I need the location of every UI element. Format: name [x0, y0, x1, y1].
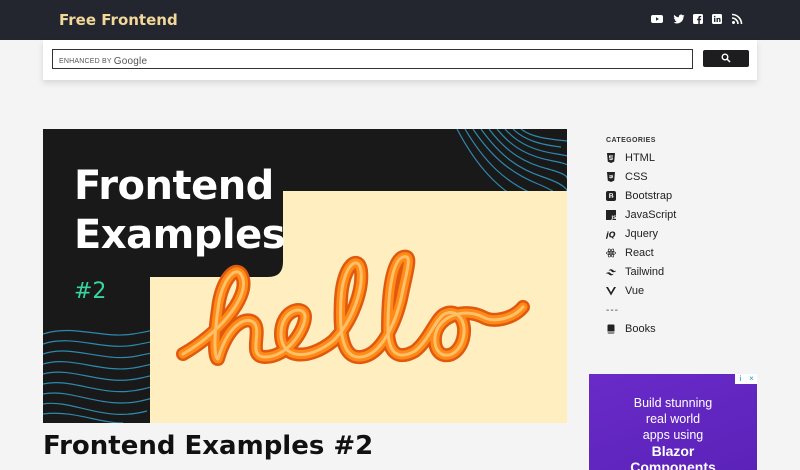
svg-text:JS: JS: [611, 215, 617, 220]
facebook-icon[interactable]: [692, 13, 704, 25]
search-input[interactable]: ENHANCED BY Google: [52, 49, 693, 69]
jquery-icon: jQ: [606, 229, 616, 240]
ad-text: Build stunning real world apps using Bla…: [589, 395, 757, 470]
sidebar-item-html[interactable]: HTML: [606, 151, 655, 165]
linkedin-icon[interactable]: [711, 13, 723, 25]
sidebar-item-label: HTML: [625, 152, 655, 164]
css3-icon: [606, 172, 616, 182]
ad-info-icon[interactable]: i: [735, 374, 746, 384]
sidebar-item-jquery[interactable]: jQ Jquery: [606, 227, 658, 241]
hero-title: Frontend Examples: [74, 162, 286, 260]
site-logo-link[interactable]: Free Frontend: [59, 11, 178, 29]
youtube-icon[interactable]: [651, 13, 663, 25]
ad-close-icon[interactable]: ×: [746, 374, 757, 384]
enhanced-by-label: ENHANCED BY: [59, 58, 112, 65]
sidebar-item-label: Books: [625, 323, 656, 335]
sidebar-item-label: Tailwind: [625, 266, 665, 278]
sidebar-item-books[interactable]: Books: [606, 322, 656, 336]
sidebar-item-bootstrap[interactable]: Bootstrap: [606, 189, 672, 203]
sidebar-item-label: React: [625, 247, 654, 259]
sidebar-item-css[interactable]: CSS: [606, 170, 648, 184]
ad-line: Blazor: [651, 443, 695, 459]
search-panel: ENHANCED BY Google: [43, 40, 757, 80]
ad-line: Components: [630, 459, 716, 470]
twitter-icon[interactable]: [673, 13, 685, 25]
rss-icon[interactable]: [731, 13, 743, 25]
sidebar-item-tailwind[interactable]: Tailwind: [606, 265, 664, 279]
bootstrap-icon: [606, 191, 616, 201]
react-icon: [606, 248, 616, 258]
sidebar-item-vue[interactable]: Vue: [606, 284, 644, 298]
ad-line: real world: [645, 412, 701, 426]
categories-heading: CATEGORIES: [606, 137, 656, 144]
google-label: Google: [113, 56, 148, 67]
vue-icon: [606, 286, 616, 296]
sidebar-item-label: Jquery: [625, 228, 659, 240]
book-icon: [606, 324, 616, 334]
sidebar-item-react[interactable]: React: [606, 246, 654, 260]
javascript-icon: JS: [606, 210, 616, 220]
sidebar-item-label: Bootstrap: [625, 190, 673, 202]
html5-icon: [606, 153, 616, 163]
sidebar-item-label: CSS: [625, 171, 648, 183]
tailwind-icon: [606, 267, 616, 277]
sidebar-item-label: Vue: [625, 285, 645, 297]
top-navbar: Free Frontend: [0, 0, 800, 40]
search-placeholder: ENHANCED BY Google: [59, 55, 148, 67]
ad-choices-controls[interactable]: i ×: [735, 374, 757, 384]
hero-image[interactable]: Frontend Examples #2: [43, 129, 567, 423]
ad-line: apps using: [642, 428, 704, 442]
sidebar-item-javascript[interactable]: JS JavaScript: [606, 208, 676, 222]
svg-text:jQ: jQ: [606, 231, 616, 240]
sidebar-separator: ---: [606, 305, 619, 316]
ad-line: Build stunning: [633, 396, 713, 410]
hero-number: #2: [74, 279, 107, 304]
search-icon: [721, 53, 731, 63]
search-button[interactable]: [703, 50, 749, 67]
hero-title-line2: Examples: [74, 212, 286, 258]
post-title[interactable]: Frontend Examples #2: [43, 431, 373, 461]
sidebar-advertisement[interactable]: i × Build stunning real world apps using…: [589, 374, 757, 470]
hero-title-line1: Frontend: [74, 163, 274, 209]
sidebar-item-label: JavaScript: [625, 209, 677, 221]
